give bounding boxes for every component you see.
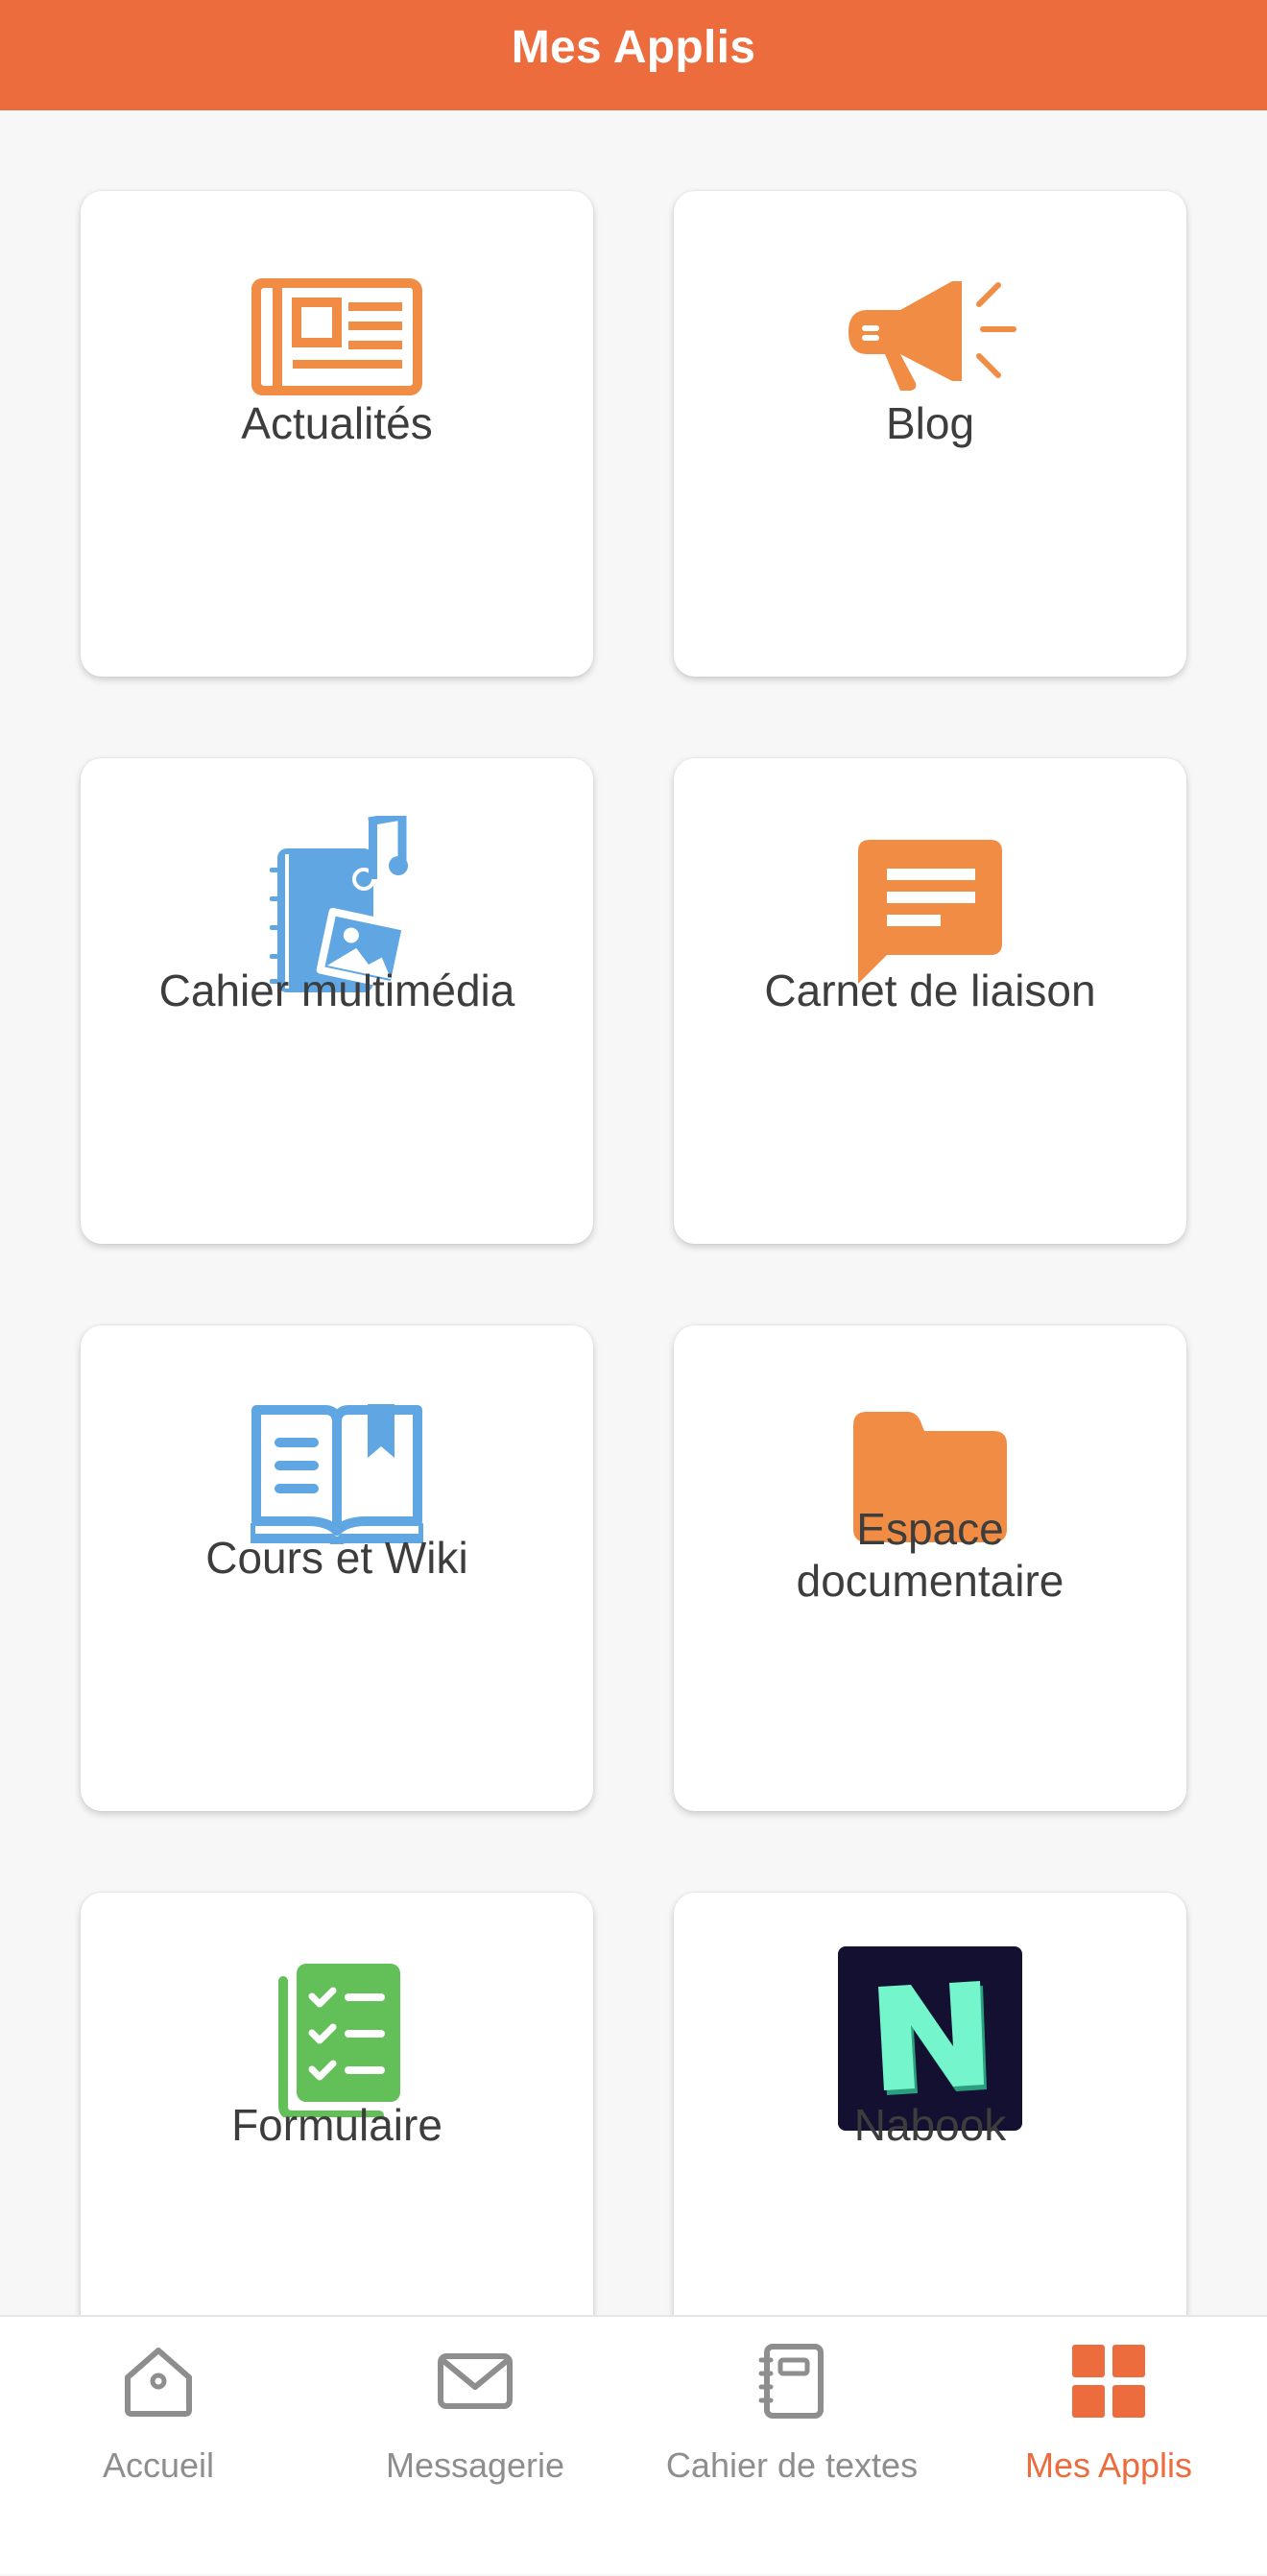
app-label: Cours et Wiki xyxy=(205,1533,468,1583)
tab-label: Accueil xyxy=(102,2445,215,2485)
app-card-cahier-multimedia[interactable]: Cahier multimédia xyxy=(81,758,593,1244)
tab-messagerie[interactable]: Messagerie xyxy=(317,2317,634,2576)
app-label: Nabook xyxy=(853,2100,1007,2150)
home-icon xyxy=(0,2343,317,2420)
app-label: Carnet de liaison xyxy=(764,966,1096,1015)
page-title: Mes Applis xyxy=(511,22,756,73)
apps-grid-icon xyxy=(950,2343,1267,2420)
newspaper-icon xyxy=(81,277,593,396)
open-book-icon xyxy=(81,1404,593,1544)
tab-cahier-de-textes[interactable]: Cahier de textes xyxy=(634,2317,950,2576)
megaphone-icon xyxy=(674,275,1186,394)
app-label: Blog xyxy=(885,398,975,448)
tab-label: Mes Applis xyxy=(1024,2445,1193,2485)
app-label-line2: documentaire xyxy=(796,1556,1064,1606)
app-card-carnet-de-liaison[interactable]: Carnet de liaison xyxy=(674,758,1186,1244)
app-card-blog[interactable]: Blog xyxy=(674,191,1186,677)
envelope-icon xyxy=(317,2343,634,2420)
tab-mes-applis[interactable]: Mes Applis xyxy=(950,2317,1267,2576)
app-label: Cahier multimédia xyxy=(158,966,515,1015)
app-card-actualites[interactable]: Actualités xyxy=(81,191,593,677)
app-label: Formulaire xyxy=(231,2100,442,2150)
app-header: Mes Applis xyxy=(0,0,1267,110)
app-card-espace-documentaire[interactable]: Espace documentaire xyxy=(674,1325,1186,1811)
checklist-icon xyxy=(81,1964,593,2117)
app-card-formulaire[interactable]: Formulaire xyxy=(81,1893,593,2315)
tab-label: Cahier de textes xyxy=(665,2445,919,2485)
notebook-icon xyxy=(634,2343,950,2420)
app-card-nabook[interactable]: Nabook xyxy=(674,1893,1186,2315)
tab-label: Messagerie xyxy=(385,2445,565,2485)
apps-grid: Actualités Blog Cahier multimédia Carnet… xyxy=(0,110,1267,2315)
bottom-tab-bar: Accueil Messagerie Cahier de textes Mes … xyxy=(0,2315,1267,2574)
message-bubble-icon xyxy=(674,840,1186,984)
tab-accueil[interactable]: Accueil xyxy=(0,2317,317,2576)
app-card-cours-et-wiki[interactable]: Cours et Wiki xyxy=(81,1325,593,1811)
app-label: Actualités xyxy=(241,398,433,448)
app-label-line1: Espace xyxy=(856,1504,1004,1554)
